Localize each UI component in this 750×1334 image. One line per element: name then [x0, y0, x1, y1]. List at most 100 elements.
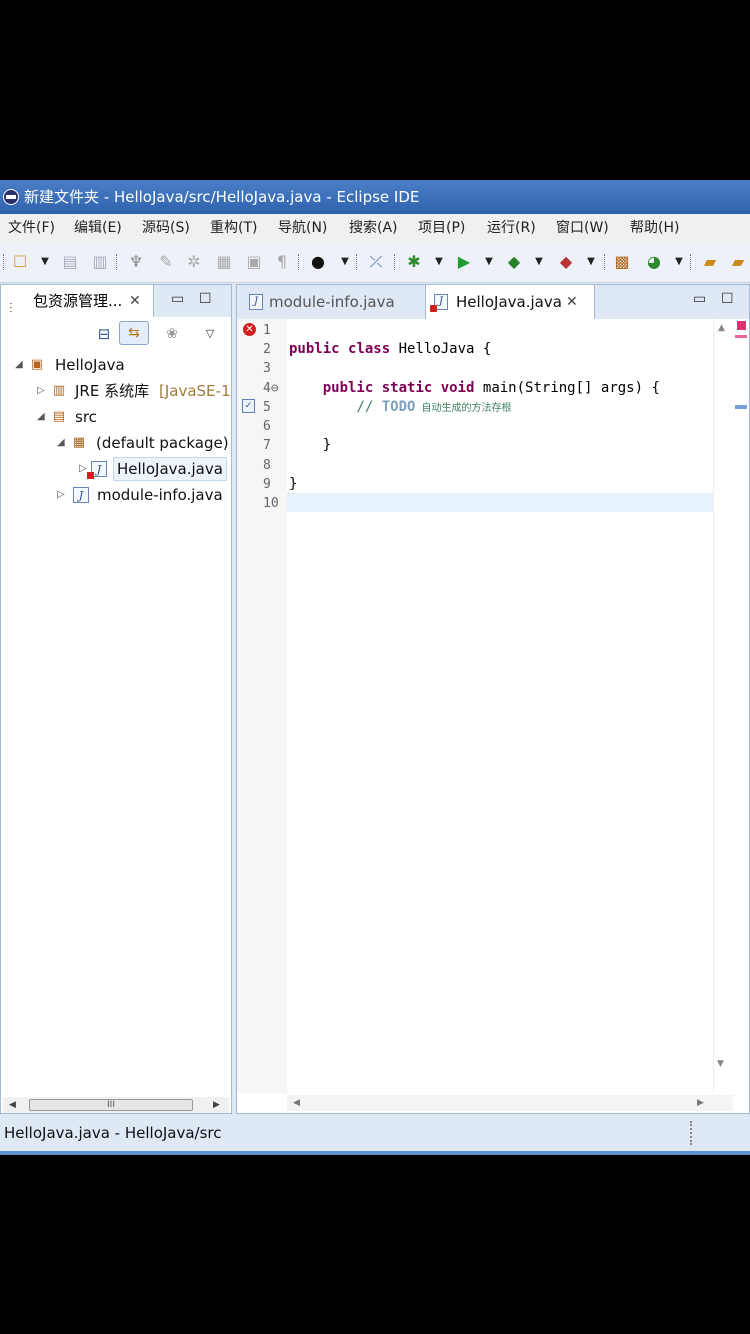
external-tools-dropdown-icon[interactable]: ▼ — [586, 252, 596, 272]
expanded-arrow-icon[interactable]: ◢ — [15, 353, 23, 377]
tree-node-src[interactable]: ◢ ▤ src — [1, 405, 231, 429]
menu-source[interactable]: 源码(S) — [142, 214, 190, 242]
scroll-down-icon[interactable]: ▼ — [717, 1059, 724, 1069]
keyword: class — [348, 341, 391, 357]
tree-node-hellojava[interactable]: ▷ J HelloJava.java — [1, 457, 231, 481]
editor-hscrollbar[interactable]: ◀ ▶ — [287, 1095, 733, 1111]
coverage-dropdown-icon[interactable]: ▼ — [534, 252, 544, 272]
debug-icon[interactable]: ✱ — [404, 252, 424, 272]
new-package-icon[interactable]: ▩ — [612, 252, 632, 272]
comment: // — [356, 399, 382, 415]
scroll-right-icon[interactable]: ▶ — [213, 1097, 220, 1113]
new-class-dropdown-icon[interactable]: ▼ — [674, 252, 684, 272]
view-menu-icon[interactable]: ▽ — [201, 325, 219, 343]
scroll-left-icon[interactable]: ◀ — [293, 1095, 300, 1111]
code-line-5: // TODO 自动生成的方法存根 — [289, 398, 511, 418]
minimize-icon[interactable]: ▭ — [693, 291, 706, 307]
link-with-editor-icon[interactable]: ⇆ — [119, 321, 149, 345]
menu-refactor[interactable]: 重构(T) — [210, 214, 257, 242]
menu-search[interactable]: 搜索(A) — [349, 214, 398, 242]
menu-navigate[interactable]: 导航(N) — [278, 214, 327, 242]
open-folder-icon[interactable]: ▰ — [728, 252, 748, 272]
java-file-icon: J — [73, 487, 89, 503]
code-line-7: } — [289, 437, 332, 453]
close-icon[interactable]: ✕ — [129, 285, 141, 317]
new-dropdown-icon[interactable]: ▼ — [40, 252, 50, 272]
editor-vscrollbar[interactable]: ▼ — [717, 319, 749, 1093]
task-ruler-mark[interactable] — [735, 405, 747, 409]
coverage-icon[interactable]: ◆ — [504, 252, 524, 272]
java-file-icon: J — [249, 294, 263, 310]
tree-node-project[interactable]: ◢ ▣ HelloJava — [1, 353, 231, 377]
menu-run[interactable]: 运行(R) — [487, 214, 536, 242]
error-ruler-mark[interactable] — [735, 335, 747, 338]
new-class-icon[interactable]: ◕ — [644, 252, 664, 272]
show-whitespace-icon[interactable]: ▣ — [244, 252, 264, 272]
jre-version-label: [JavaSE-1 — [159, 382, 231, 400]
overview-ruler[interactable]: ▲ — [713, 319, 734, 1093]
scroll-right-icon[interactable]: ▶ — [697, 1095, 704, 1111]
open-type-icon[interactable]: ▰ — [700, 252, 720, 272]
line-number: 6 — [263, 419, 271, 434]
code-area[interactable]: public class HelloJava { public static v… — [289, 319, 713, 1093]
collapsed-arrow-icon[interactable]: ▷ — [79, 457, 87, 481]
scroll-left-icon[interactable]: ◀ — [9, 1097, 16, 1113]
debug-dropdown-icon[interactable]: ▼ — [434, 252, 444, 272]
save-all-icon[interactable]: ▥ — [90, 252, 110, 272]
menu-project[interactable]: 项目(P) — [418, 214, 465, 242]
package-explorer-tab-label: 包资源管理... — [33, 292, 123, 310]
scroll-up-icon[interactable]: ▲ — [718, 323, 725, 333]
code-editor-panel: J module-info.java J HelloJava.java ✕ ▭ … — [236, 284, 750, 1114]
menu-help[interactable]: 帮助(H) — [630, 214, 679, 242]
expanded-arrow-icon[interactable]: ◢ — [37, 405, 45, 429]
new-file-icon[interactable]: ☐ — [10, 252, 30, 272]
error-marker-icon[interactable]: ✕ — [243, 323, 256, 336]
perspective-icon[interactable]: ● — [308, 252, 328, 272]
package-explorer-tools: ⊟ ⇆ ❀ ▽ — [1, 317, 231, 351]
pilcrow-icon[interactable]: ¶ — [272, 252, 292, 272]
menu-edit[interactable]: 编辑(E) — [74, 214, 122, 242]
maximize-icon[interactable]: ☐ — [721, 291, 734, 307]
collapsed-arrow-icon[interactable]: ▷ — [57, 483, 65, 507]
error-summary-icon[interactable] — [737, 321, 746, 330]
package-icon: ▦ — [72, 435, 86, 450]
menu-file[interactable]: 文件(F) — [8, 214, 55, 242]
minimize-icon[interactable]: ▭ — [171, 291, 184, 307]
run-dropdown-icon[interactable]: ▼ — [484, 252, 494, 272]
status-grip-icon[interactable] — [690, 1121, 696, 1145]
source-folder-icon: ▤ — [52, 409, 66, 424]
toolbar-separator — [690, 254, 692, 270]
block-selection-icon[interactable]: ▦ — [214, 252, 234, 272]
package-explorer-hscrollbar[interactable]: ◀ III ▶ — [3, 1097, 229, 1113]
run-icon[interactable]: ▶ — [454, 252, 474, 272]
code-line-4: public static void main(String[] args) { — [289, 379, 660, 398]
scroll-thumb[interactable]: III — [29, 1099, 193, 1111]
perspective-dropdown-icon[interactable]: ▼ — [340, 252, 350, 272]
tab-hellojava[interactable]: J HelloJava.java ✕ — [425, 285, 595, 319]
src-label: src — [75, 408, 97, 426]
status-text: HelloJava.java - HelloJava/src — [4, 1124, 222, 1142]
collapsed-arrow-icon[interactable]: ▷ — [37, 379, 45, 403]
toolbar-separator — [394, 254, 396, 270]
save-icon[interactable]: ▤ — [60, 252, 80, 272]
line-number-fold[interactable]: 4⊖ — [263, 379, 287, 398]
task-marker-icon[interactable]: ✓ — [242, 399, 255, 413]
mark-occurrences-icon[interactable]: ✲ — [184, 252, 204, 272]
skip-breakpoints-icon[interactable]: ⤫ — [366, 252, 386, 272]
tree-node-package[interactable]: ◢ ▦ (default package) — [1, 431, 231, 455]
pen-icon[interactable]: ✎ — [156, 252, 176, 272]
tab-package-explorer[interactable]: ⫶ 包资源管理... ✕ — [1, 285, 154, 317]
external-tools-icon[interactable]: ◆ — [556, 252, 576, 272]
eclipse-logo-icon — [3, 189, 19, 205]
menu-window[interactable]: 窗口(W) — [556, 214, 609, 242]
toolbar-separator — [356, 254, 358, 270]
expanded-arrow-icon[interactable]: ◢ — [57, 431, 65, 455]
collapse-all-icon[interactable]: ⊟ — [95, 325, 113, 343]
maximize-icon[interactable]: ☐ — [199, 291, 212, 307]
toggle-breakpoint-icon[interactable]: ♆ — [126, 252, 146, 272]
tree-node-module-info[interactable]: ▷ J module-info.java — [1, 483, 231, 507]
focus-icon[interactable]: ❀ — [163, 325, 181, 343]
tree-node-jre[interactable]: ▷ ▥ JRE 系统库 [JavaSE-1 — [1, 379, 231, 403]
close-icon[interactable]: ✕ — [566, 285, 578, 319]
tab-module-info[interactable]: J module-info.java — [243, 285, 425, 319]
